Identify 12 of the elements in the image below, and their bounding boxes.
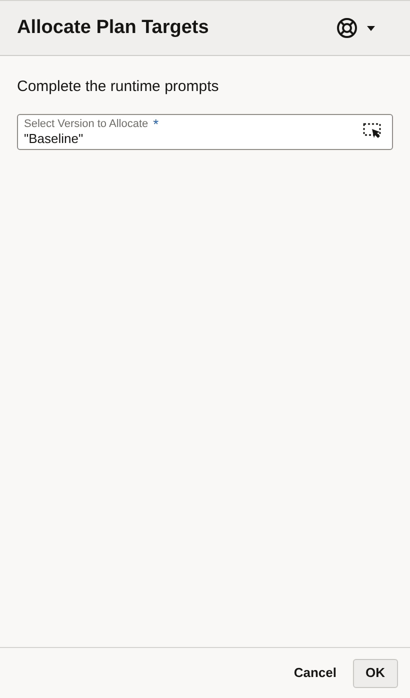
instructions-text: Complete the runtime prompts [17, 77, 220, 97]
required-mark: * [153, 118, 159, 130]
version-select-field[interactable]: Select Version to Allocate * "Baseline" [17, 114, 393, 150]
lifebuoy-icon [336, 17, 358, 39]
help-menu-button[interactable] [336, 17, 375, 39]
caret-icon [367, 26, 375, 30]
dialog-title: Allocate Plan Targets [17, 16, 210, 40]
ok-button[interactable]: OK [352, 658, 398, 688]
selector-icon[interactable] [363, 123, 383, 140]
field-value: "Baseline" [24, 130, 84, 146]
field-label: Select Version to Allocate [24, 118, 148, 130]
cancel-button[interactable]: Cancel [282, 658, 348, 688]
